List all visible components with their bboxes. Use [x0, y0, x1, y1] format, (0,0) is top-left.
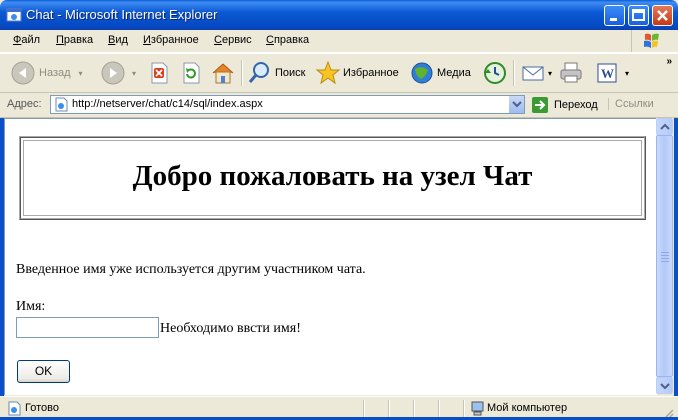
status-separator [463, 400, 465, 417]
close-button[interactable] [652, 5, 673, 26]
status-text: Готово [25, 402, 59, 414]
scroll-grip-line [661, 258, 669, 259]
maximize-icon [632, 9, 645, 21]
edit-word-button[interactable]: W ▾ [595, 59, 629, 87]
scroll-up-icon [660, 123, 670, 130]
status-separator [388, 400, 390, 417]
go-arrow-icon [532, 97, 548, 113]
print-icon [560, 62, 582, 83]
page-done-icon [8, 401, 21, 416]
scroll-grip-line [661, 255, 669, 256]
page-content: Добро пожаловать на узел Чат Введенное и… [4, 118, 657, 395]
toolbar-separator [241, 60, 243, 86]
menu-bar: Файл Правка Вид Избранное Сервис Справка [0, 30, 678, 53]
forward-button[interactable]: ▾ [100, 59, 136, 87]
address-bar: Адрес: http://netserver/chat/c14/sql/ind… [0, 93, 678, 118]
menu-favorites[interactable]: Избранное [143, 34, 199, 46]
favorites-star-icon [315, 60, 341, 85]
stop-button[interactable] [148, 59, 170, 87]
name-label: Имя: [16, 299, 46, 314]
address-dropdown-button[interactable] [508, 96, 524, 113]
search-button[interactable]: Поиск [247, 59, 305, 87]
name-input[interactable] [16, 317, 159, 338]
mail-dropdown-icon[interactable]: ▾ [548, 69, 552, 78]
scroll-down-button[interactable] [656, 377, 673, 394]
internet-explorer-icon [6, 8, 22, 22]
menu-edit[interactable]: Правка [56, 34, 93, 46]
svg-text:W: W [601, 66, 614, 81]
windows-flag-icon [644, 33, 659, 48]
status-separator [363, 400, 365, 417]
minimize-button[interactable] [604, 5, 625, 26]
back-arrow-icon [11, 61, 35, 85]
window-title: Chat - Microsoft Internet Explorer [26, 7, 218, 22]
print-button[interactable] [558, 59, 584, 87]
menu-view[interactable]: Вид [108, 34, 128, 46]
edit-dropdown-icon[interactable]: ▾ [625, 69, 629, 78]
close-icon [657, 10, 668, 21]
mail-icon [522, 66, 544, 81]
menu-file[interactable]: Файл [13, 34, 40, 46]
windows-logo [631, 30, 672, 52]
scroll-grip-line [661, 261, 669, 262]
back-dropdown-icon[interactable]: ▾ [79, 69, 83, 78]
scroll-down-icon [660, 383, 670, 390]
stop-icon [151, 62, 168, 84]
menu-tools[interactable]: Сервис [214, 34, 252, 46]
name-required-error: Необходимо ввсти имя! [160, 321, 301, 336]
status-separator [438, 400, 440, 417]
media-icon [411, 62, 433, 84]
links-toolbar[interactable]: Ссылки [608, 98, 654, 110]
menu-help[interactable]: Справка [266, 34, 309, 46]
toolbar-separator [513, 60, 515, 86]
word-edit-icon: W [597, 63, 617, 83]
scroll-grip-line [661, 252, 669, 253]
back-button[interactable]: Назад ▾ [10, 59, 83, 87]
title-bar[interactable]: Chat - Microsoft Internet Explorer [0, 0, 678, 30]
status-separator [413, 400, 415, 417]
welcome-banner: Добро пожаловать на узел Чат [19, 136, 646, 220]
forward-arrow-icon [101, 61, 125, 85]
home-icon [212, 63, 234, 84]
minimize-icon [610, 18, 617, 21]
home-button[interactable] [210, 59, 236, 87]
name-taken-message: Введенное имя уже используется другим уч… [16, 262, 366, 277]
maximize-button[interactable] [628, 5, 649, 26]
address-input[interactable]: http://netserver/chat/c14/sql/index.aspx [50, 95, 525, 114]
media-button[interactable]: Медиа [409, 59, 471, 87]
address-url: http://netserver/chat/c14/sql/index.aspx [72, 98, 263, 110]
my-computer-icon [471, 401, 484, 416]
page-icon [55, 97, 68, 112]
scroll-up-button[interactable] [656, 118, 673, 135]
vertical-scrollbar[interactable] [656, 118, 673, 394]
refresh-icon [183, 62, 200, 84]
browser-window: Chat - Microsoft Internet Explorer Файл … [0, 0, 678, 420]
chevron-down-icon [512, 101, 522, 108]
standard-toolbar: Назад ▾ ▾ Поиск Избранное Медиа ▾ W ▾ » [0, 53, 678, 93]
security-zone: Мой компьютер [487, 402, 568, 414]
forward-dropdown-icon[interactable]: ▾ [132, 69, 136, 78]
history-button[interactable] [482, 59, 508, 87]
search-icon [248, 62, 269, 83]
refresh-button[interactable] [180, 59, 202, 87]
mail-button[interactable]: ▾ [520, 59, 552, 87]
go-button[interactable]: Переход [531, 96, 598, 114]
ok-button[interactable]: OK [17, 360, 70, 383]
scroll-thumb[interactable] [656, 135, 673, 377]
address-label: Адрес: [7, 98, 42, 110]
toolbar-overflow-chevron[interactable]: » [666, 56, 672, 67]
history-icon [484, 62, 506, 84]
favorites-button[interactable]: Избранное [315, 59, 399, 87]
page-heading: Добро пожаловать на узел Чат [132, 160, 533, 192]
